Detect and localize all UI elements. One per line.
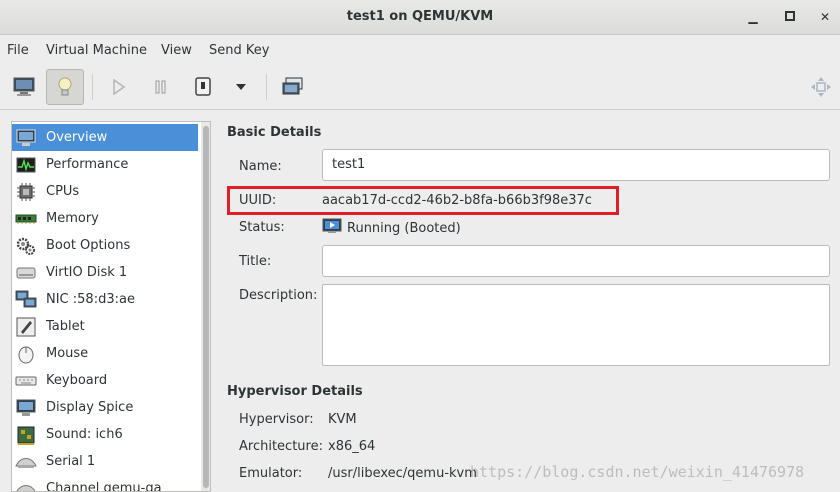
name-field[interactable]: test1: [322, 149, 830, 181]
title-label: Title:: [239, 254, 272, 269]
emulator-label: Emulator:: [239, 466, 303, 481]
details-panel: Basic Details Name: test1 UUID: aacab17d…: [218, 112, 840, 492]
menu-file[interactable]: File: [7, 43, 29, 58]
sidebar-item-keyboard[interactable]: Keyboard: [12, 367, 198, 394]
minimize-icon[interactable]: ▁: [744, 8, 762, 26]
sidebar-item-cpus[interactable]: CPUs: [12, 178, 198, 205]
basic-details-heading: Basic Details: [227, 125, 322, 140]
menu-virtual-machine[interactable]: Virtual Machine: [46, 43, 147, 58]
window-title: test1 on QEMU/KVM: [346, 9, 494, 24]
serial-icon: [15, 452, 37, 472]
menu-view[interactable]: View: [161, 43, 192, 58]
sidebar-item-serial-1[interactable]: Serial 1: [12, 448, 198, 475]
gears-icon: [15, 236, 37, 256]
hypervisor-label: Hypervisor:: [239, 412, 314, 427]
performance-icon: [15, 155, 37, 175]
cpu-icon: [15, 182, 37, 202]
dropdown-icon[interactable]: [222, 69, 260, 105]
sidebar-item-memory[interactable]: Memory: [12, 205, 198, 232]
sidebar-item-nic[interactable]: NIC :58:d3:ae: [12, 286, 198, 313]
sidebar-item-performance[interactable]: Performance: [12, 151, 198, 178]
watermark: https://blog.csdn.net/weixin_41476978: [470, 463, 805, 481]
uuid-highlight-box: [227, 186, 619, 215]
menu-send-key[interactable]: Send Key: [209, 43, 269, 58]
title-bar: test1 on QEMU/KVM ▁ ✕: [0, 0, 840, 35]
sidebar-item-boot-options[interactable]: Boot Options: [12, 232, 198, 259]
hypervisor-details-heading: Hypervisor Details: [227, 384, 363, 399]
status-value: Running (Booted): [322, 218, 461, 238]
hypervisor-value: KVM: [328, 412, 357, 427]
close-icon[interactable]: ✕: [816, 8, 834, 26]
menu-bar: File Virtual Machine View Send Key: [0, 36, 840, 64]
snapshot-icon[interactable]: [274, 69, 312, 105]
architecture-label: Architecture:: [239, 439, 323, 454]
architecture-value: x86_64: [328, 439, 376, 454]
sidebar-item-virtio-disk-1[interactable]: VirtIO Disk 1: [12, 259, 198, 286]
status-text: Running (Booted): [347, 220, 461, 236]
sidebar-item-display-spice[interactable]: Display Spice: [12, 394, 198, 421]
sidebar-item-overview[interactable]: Overview: [12, 124, 198, 151]
status-label: Status:: [239, 220, 285, 235]
tablet-icon: [15, 317, 37, 337]
description-label: Description:: [239, 288, 318, 303]
console-icon[interactable]: [5, 69, 43, 105]
name-label: Name:: [239, 159, 282, 174]
running-icon: [322, 218, 342, 238]
title-field[interactable]: [322, 245, 830, 277]
channel-icon: [15, 479, 37, 491]
description-field[interactable]: [322, 284, 830, 366]
sidebar-item-sound[interactable]: Sound: ich6: [12, 421, 198, 448]
disk-icon: [15, 263, 37, 283]
play-icon[interactable]: [100, 69, 138, 105]
memory-icon: [15, 209, 37, 229]
lightbulb-icon[interactable]: [46, 69, 84, 105]
maximize-icon[interactable]: [781, 8, 799, 26]
monitor-icon: [15, 128, 37, 148]
sidebar-item-channel-qemu-ga[interactable]: Channel qemu-ga: [12, 475, 198, 491]
nic-icon: [15, 290, 37, 310]
keyboard-icon: [15, 371, 37, 391]
toolbar: [0, 64, 840, 110]
sidebar-item-tablet[interactable]: Tablet: [12, 313, 198, 340]
sidebar-item-mouse[interactable]: Mouse: [12, 340, 198, 367]
display-icon: [15, 398, 37, 418]
sound-icon: [15, 425, 37, 445]
hardware-list: Overview Performance CPUs Memory Boot Op…: [11, 121, 211, 492]
power-icon[interactable]: [184, 69, 222, 105]
mouse-icon: [15, 344, 37, 364]
pause-icon[interactable]: [142, 69, 180, 105]
fullscreen-icon[interactable]: [802, 69, 840, 105]
emulator-value: /usr/libexec/qemu-kvm: [328, 466, 477, 481]
sidebar-scrollbar[interactable]: [201, 122, 210, 491]
